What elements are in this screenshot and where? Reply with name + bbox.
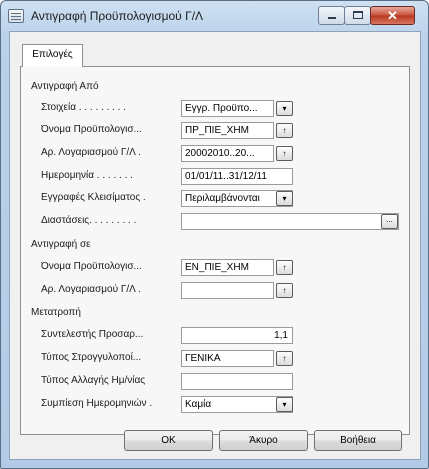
to-budget-name-field[interactable]: ΕΝ_ΠΙΕ_ΧΗΜ: [181, 259, 274, 276]
date-label: Ημερομηνία . . . . . . .: [41, 170, 133, 181]
dialog-client-area: Επιλογές Αντιγραφή Από Στοιχεία . . . . …: [9, 31, 421, 460]
from-gl-account-label: Αρ. Λογαριασμού Γ/Λ .: [41, 147, 141, 158]
section-conversion: Μετατροπή: [31, 307, 81, 318]
rounding-method-label: Τύπος Στρογγυλοποί...: [41, 352, 142, 363]
options-panel: Αντιγραφή Από Στοιχεία . . . . . . . . .…: [20, 66, 410, 435]
maximize-icon: [353, 11, 363, 19]
dialog-window: Αντιγραφή Προϋπολογισμού Γ/Λ ✕ Επιλογές …: [0, 0, 429, 469]
adjustment-factor-field[interactable]: 1,1: [181, 327, 293, 344]
date-compression-label: Συμπίεση Ημερομηνιών .: [41, 398, 153, 409]
from-budget-name-field[interactable]: ΠΡ_ΠΙΕ_ΧΗΜ: [181, 122, 274, 139]
to-gl-account-field[interactable]: [181, 282, 274, 299]
rounding-method-field[interactable]: ΓΕΝΙΚΑ: [181, 350, 274, 367]
items-select[interactable]: Εγγρ. Προϋπο...: [181, 100, 274, 117]
minimize-icon: [328, 17, 336, 19]
close-button[interactable]: ✕: [370, 6, 415, 25]
items-label: Στοιχεία . . . . . . . . .: [41, 102, 127, 113]
closing-entries-label: Εγγραφές Κλεισίματος .: [41, 192, 146, 203]
ok-button[interactable]: OK: [124, 430, 213, 451]
cancel-button[interactable]: Άκυρο: [219, 430, 308, 451]
title-bar[interactable]: Αντιγραφή Προϋπολογισμού Γ/Λ ✕: [1, 1, 428, 31]
from-gl-account-field[interactable]: 20002010..20...: [181, 145, 274, 162]
rounding-method-lookup-icon[interactable]: ↑: [276, 351, 293, 366]
from-budget-name-label: Όνομα Προϋπολογισ...: [41, 124, 142, 135]
close-icon: ✕: [387, 8, 398, 23]
from-gl-account-lookup-icon[interactable]: ↑: [276, 146, 293, 161]
tab-options[interactable]: Επιλογές: [22, 44, 83, 67]
adjustment-factor-label: Συντελεστής Προσαρ...: [41, 329, 144, 340]
help-button[interactable]: Βοήθεια: [314, 430, 402, 451]
window-title: Αντιγραφή Προϋπολογισμού Γ/Λ: [31, 9, 204, 23]
app-icon: [8, 9, 24, 23]
dimensions-field[interactable]: [181, 213, 399, 230]
section-copy-from: Αντιγραφή Από: [31, 81, 99, 92]
date-change-formula-field[interactable]: [181, 373, 293, 390]
to-budget-name-lookup-icon[interactable]: ↑: [276, 260, 293, 275]
date-compression-dropdown-icon[interactable]: ▾: [276, 397, 293, 412]
to-budget-name-label: Όνομα Προϋπολογισ...: [41, 261, 142, 272]
to-gl-account-label: Αρ. Λογαριασμού Γ/Λ .: [41, 284, 141, 295]
minimize-button[interactable]: [318, 6, 345, 25]
closing-entries-dropdown-icon[interactable]: ▾: [276, 191, 293, 206]
items-dropdown-icon[interactable]: ▾: [276, 101, 293, 116]
dimensions-assist-button[interactable]: ...: [381, 214, 398, 229]
date-change-formula-label: Τύπος Αλλαγής Ημ/νίας: [41, 375, 146, 386]
maximize-button[interactable]: [344, 6, 371, 25]
from-budget-name-lookup-icon[interactable]: ↑: [276, 123, 293, 138]
to-gl-account-lookup-icon[interactable]: ↑: [276, 283, 293, 298]
date-filter-field[interactable]: 01/01/11..31/12/11: [181, 168, 293, 185]
section-copy-to: Αντιγραφή σε: [31, 239, 91, 250]
dimensions-label: Διαστάσεις. . . . . . . . .: [41, 215, 137, 226]
